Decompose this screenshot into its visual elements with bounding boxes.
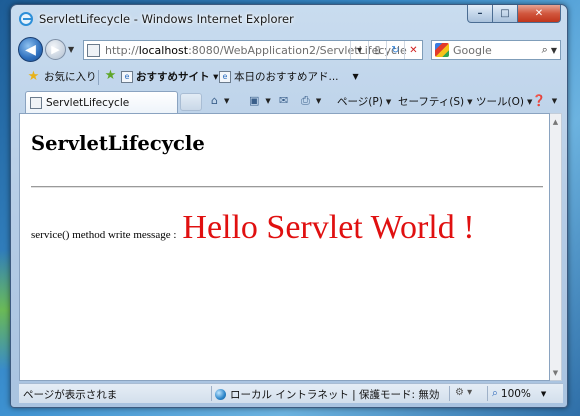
home-button[interactable]: ⌂ ▼ (211, 94, 229, 107)
page-menu-label: ページ(P) (337, 96, 383, 108)
hello-message: Hello Servlet World ! (182, 209, 475, 246)
separator (98, 70, 99, 85)
close-icon: ✕ (409, 44, 418, 56)
star-icon: ★ (27, 69, 40, 84)
google-logo-icon (435, 43, 449, 57)
address-dropdown-button[interactable]: ▾ (350, 41, 368, 59)
status-text: ページが表示されま (23, 389, 118, 401)
globe-icon (215, 389, 226, 400)
message-label: service() method write message : (31, 229, 177, 241)
security-zone-label: ローカル イントラネット | 保護モード: 無効 (230, 389, 440, 401)
chevron-down-icon: ▼ (551, 96, 558, 105)
window-title: ServletLifecycle - Windows Internet Expl… (39, 12, 294, 26)
message-line: service() method write message : Hello S… (31, 209, 475, 247)
zoom-control[interactable]: ⌕ 100% ▼ (492, 387, 546, 400)
stop-button[interactable]: ✕ (404, 41, 422, 59)
search-box[interactable]: Google ⌕ ▼ (431, 40, 561, 60)
read-mail-button[interactable]: ✉ (279, 94, 291, 107)
window-controls: – □ ✕ (467, 5, 561, 23)
help-icon: ❓ (532, 94, 546, 107)
navigation-bar: ◀ ▶ ▼ http://localhost:8080/WebApplicati… (11, 35, 567, 63)
safety-menu[interactable]: セーフティ(S) ▼ (398, 94, 473, 109)
chevron-down-icon: ▼ (385, 97, 392, 106)
page-icon (30, 96, 42, 109)
favorites-item-addons[interactable]: e 本日のおすすめアド... ▼ (219, 69, 359, 84)
status-bar: ページが表示されま ローカル イントラネット | 保護モード: 無効 ⚙ ▾ ⌕… (19, 383, 563, 403)
page-title: ServletLifecycle (31, 132, 205, 155)
separator (211, 386, 212, 401)
horizontal-rule (31, 186, 543, 188)
chevron-down-icon: ▼ (467, 97, 473, 106)
favorites-item-label: 本日のおすすめアド... (234, 71, 339, 83)
address-buttons: ▾ ▯ ↻ ✕ (350, 41, 422, 59)
security-zone[interactable]: ローカル イントラネット | 保護モード: 無効 (215, 387, 439, 402)
rss-icon: ▣ (249, 94, 260, 107)
browser-window: ServletLifecycle - Windows Internet Expl… (10, 4, 568, 408)
refresh-button[interactable]: ↻ (386, 41, 404, 59)
forward-button[interactable]: ▶ (45, 39, 66, 60)
favorites-item-label: おすすめサイト ▾ (136, 71, 219, 83)
mail-icon: ✉ (279, 94, 289, 107)
scroll-down-icon[interactable]: ▼ (550, 367, 561, 378)
tools-menu[interactable]: ツール(O) ▼ (476, 94, 532, 109)
ie-logo-icon (19, 12, 33, 26)
tab-bar: ServletLifecycle ⌂ ▼ ▣ ▼ ✉ ⎙ ▼ ページ(P) ▼ セーフテ… (11, 89, 567, 113)
add-favorite-star-icon: ★ (104, 68, 117, 83)
protected-mode-icon[interactable]: ⚙ ▾ (455, 387, 472, 398)
print-button[interactable]: ⎙ ▼ (301, 94, 321, 108)
scroll-up-icon[interactable]: ▲ (550, 116, 561, 127)
ie-page-icon: e (219, 70, 231, 83)
search-input[interactable]: Google (453, 44, 542, 57)
search-options-dropdown[interactable]: ▼ (551, 46, 557, 55)
favorites-item-recommended[interactable]: e おすすめサイト ▾ (121, 69, 218, 84)
address-bar[interactable]: http://localhost:8080/WebApplication2/Se… (83, 40, 423, 60)
home-icon: ⌂ (211, 94, 218, 107)
arrow-right-icon: ▶ (51, 43, 60, 56)
separator (449, 386, 450, 401)
search-icon[interactable]: ⌕ (542, 43, 548, 57)
refresh-icon: ↻ (391, 44, 400, 56)
history-dropdown[interactable]: ▼ (68, 45, 74, 54)
zoom-icon: ⌕ (492, 387, 498, 399)
favorites-label: お気に入り (44, 71, 97, 83)
new-tab-button[interactable] (180, 93, 202, 111)
zoom-level: 100% (500, 387, 531, 400)
close-button[interactable]: ✕ (518, 5, 561, 23)
title-bar[interactable]: ServletLifecycle - Windows Internet Expl… (11, 5, 567, 33)
vertical-scrollbar[interactable]: ▲ ▼ (550, 113, 562, 381)
chevron-down-icon: ▼ (265, 96, 271, 105)
page-content: ServletLifecycle service() method write … (19, 113, 550, 381)
tools-menu-label: ツール(O) (476, 96, 524, 108)
minimize-button[interactable]: – (467, 5, 493, 23)
favorites-button[interactable]: ★ お気に入り (27, 69, 97, 84)
tab-servletlifecycle[interactable]: ServletLifecycle (25, 91, 178, 113)
compat-icon: ▯ (374, 44, 381, 56)
chevron-down-icon: ▼ (540, 389, 547, 398)
compatibility-view-button[interactable]: ▯ (368, 41, 386, 59)
ie-page-icon: e (121, 70, 133, 83)
tab-label: ServletLifecycle (46, 96, 130, 109)
feeds-button[interactable]: ▣ ▼ (249, 94, 271, 107)
help-menu[interactable]: ❓ ▼ (532, 94, 557, 107)
back-button[interactable]: ◀ (18, 37, 43, 62)
chevron-down-icon: ▼ (223, 96, 230, 105)
safety-menu-label: セーフティ(S) (398, 96, 465, 108)
chevron-down-icon[interactable]: ▼ (353, 72, 359, 81)
add-to-favorites-bar-button[interactable]: ★ (104, 69, 121, 82)
printer-icon: ⎙ (301, 94, 310, 107)
page-icon (87, 43, 100, 57)
separator (487, 386, 488, 401)
page-menu[interactable]: ページ(P) ▼ (337, 94, 391, 109)
url-scheme: http:// (105, 43, 139, 57)
chevron-down-icon: ▼ (315, 97, 322, 105)
maximize-button[interactable]: □ (493, 5, 518, 23)
favorites-bar: ★ お気に入り ★ e おすすめサイト ▾ e 本日のおすすめアド... ▼ (11, 66, 567, 88)
arrow-left-icon: ◀ (25, 41, 36, 58)
url-host: localhost (138, 43, 189, 57)
